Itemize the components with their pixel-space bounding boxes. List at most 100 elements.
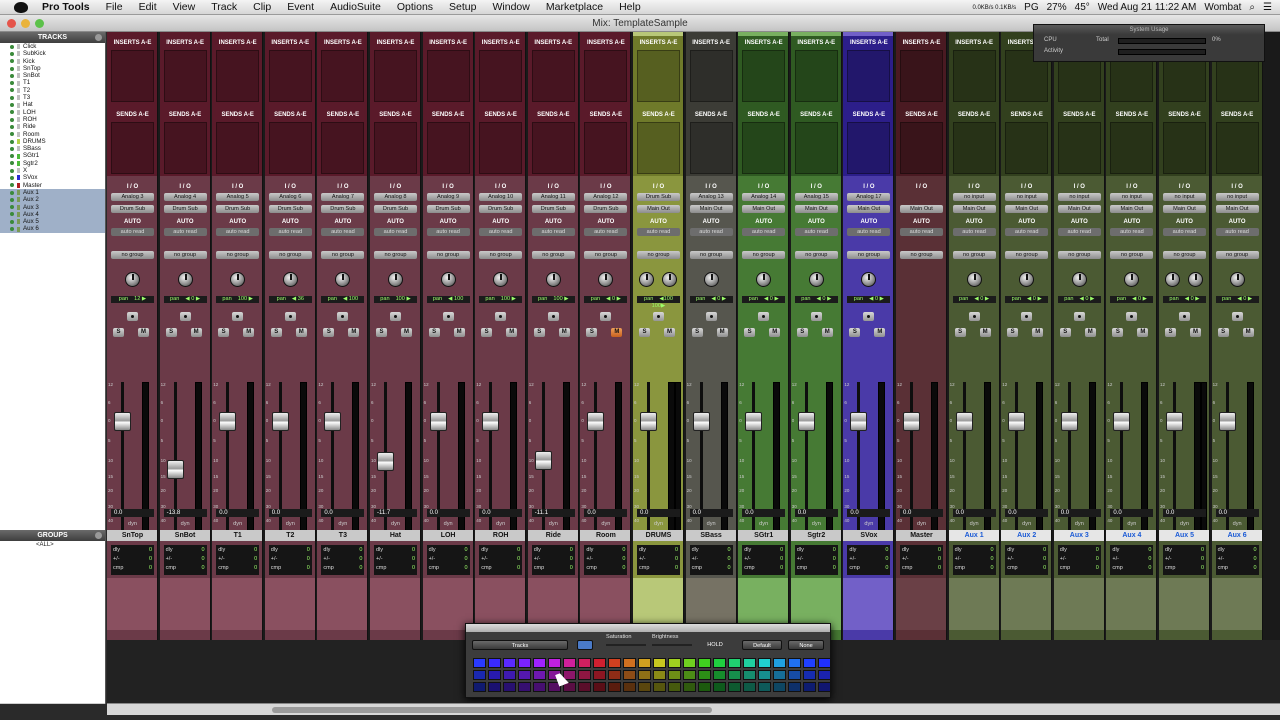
comments-field[interactable]: [1211, 578, 1262, 630]
volume-fader[interactable]: [534, 450, 552, 470]
input-selector[interactable]: Analog 12: [584, 193, 628, 201]
color-swatch[interactable]: [773, 670, 786, 680]
send-slots[interactable]: [374, 122, 417, 174]
record-enable-button[interactable]: [232, 312, 244, 321]
comments-field[interactable]: [1106, 578, 1157, 630]
automation-mode-selector[interactable]: auto read: [900, 228, 943, 236]
pan-knob[interactable]: [335, 272, 351, 287]
input-selector[interactable]: no input: [1057, 193, 1101, 201]
insert-slots[interactable]: [637, 50, 680, 102]
mute-button[interactable]: M: [1084, 328, 1096, 337]
menu-event[interactable]: Event: [279, 1, 322, 13]
group-selector[interactable]: no group: [689, 251, 733, 259]
record-enable-button[interactable]: [1231, 312, 1243, 321]
send-slots[interactable]: [1057, 122, 1101, 174]
track-list-item[interactable]: SubKick: [0, 50, 105, 57]
send-slots[interactable]: [900, 122, 943, 174]
color-swatch[interactable]: [803, 658, 816, 668]
insert-slots[interactable]: [426, 50, 470, 102]
output-selector[interactable]: Main Out: [847, 205, 891, 213]
pan-knob[interactable]: [177, 272, 193, 287]
automation-mode-selector[interactable]: auto read: [1057, 228, 1101, 236]
color-swatch[interactable]: [788, 658, 801, 668]
track-show-dot[interactable]: [10, 73, 14, 78]
color-swatch[interactable]: [698, 682, 711, 692]
insert-slots[interactable]: [163, 50, 207, 102]
color-swatch[interactable]: [758, 658, 771, 668]
mute-button[interactable]: M: [1190, 328, 1201, 337]
color-swatch[interactable]: [653, 658, 666, 668]
pan-knob[interactable]: [756, 272, 772, 287]
automation-mode-selector[interactable]: auto read: [952, 228, 996, 236]
color-swatch[interactable]: [578, 670, 591, 680]
track-show-dot[interactable]: [10, 81, 14, 86]
volume-fader[interactable]: [903, 411, 920, 431]
group-selector[interactable]: no group: [268, 251, 312, 259]
input-selector[interactable]: Analog 7: [321, 193, 365, 201]
comments-field[interactable]: [1053, 578, 1104, 630]
group-selector[interactable]: no group: [1057, 251, 1101, 259]
comments-field[interactable]: [370, 578, 420, 630]
solo-button[interactable]: S: [113, 328, 124, 337]
group-selector[interactable]: no group: [426, 251, 470, 259]
track-name-button[interactable]: DRUMS: [633, 530, 683, 541]
tracks-menu-button[interactable]: [95, 34, 102, 41]
track-list-item[interactable]: Aux 1: [0, 188, 105, 197]
track-name-button[interactable]: Sgtr2: [790, 530, 841, 541]
track-name-button[interactable]: SVox: [843, 530, 894, 541]
send-slots[interactable]: [742, 122, 786, 174]
dyn-button[interactable]: dyn: [742, 520, 785, 529]
track-name-button[interactable]: SGtr1: [738, 530, 789, 541]
track-list-item[interactable]: Hat: [0, 101, 105, 108]
minimize-button[interactable]: [21, 19, 30, 28]
dyn-button[interactable]: dyn: [532, 520, 575, 529]
color-swatch[interactable]: [593, 658, 606, 668]
track-list-item[interactable]: Ride: [0, 123, 105, 130]
solo-button[interactable]: S: [1007, 328, 1019, 337]
mute-button[interactable]: M: [348, 328, 360, 337]
pan-knob[interactable]: [1124, 272, 1140, 287]
volume-fader[interactable]: [640, 411, 657, 431]
insert-slots[interactable]: [952, 50, 996, 102]
track-show-dot[interactable]: [10, 219, 14, 224]
color-swatch[interactable]: [773, 682, 786, 692]
color-swatch[interactable]: [743, 670, 756, 680]
automation-mode-selector[interactable]: auto read: [1110, 228, 1154, 236]
group-selector[interactable]: no group: [163, 251, 207, 259]
track-show-dot[interactable]: [10, 154, 14, 159]
output-selector[interactable]: Drum Sub: [268, 205, 312, 213]
track-name-button[interactable]: ROH: [475, 530, 526, 541]
volume-fader[interactable]: [745, 411, 763, 431]
color-swatch[interactable]: [503, 658, 516, 668]
group-selector[interactable]: no group: [1215, 251, 1259, 259]
input-selector[interactable]: Analog 8: [374, 193, 417, 201]
automation-mode-selector[interactable]: auto read: [847, 228, 891, 236]
color-swatch[interactable]: [683, 670, 696, 680]
send-slots[interactable]: [637, 122, 680, 174]
color-swatch[interactable]: [473, 670, 486, 680]
automation-mode-selector[interactable]: auto read: [111, 228, 154, 236]
solo-button[interactable]: S: [323, 328, 335, 337]
output-selector[interactable]: Main Out: [952, 205, 996, 213]
apply-to-channel-strip-button[interactable]: [577, 640, 593, 650]
track-show-dot[interactable]: [10, 139, 14, 144]
track-list-item[interactable]: Room: [0, 131, 105, 138]
automation-mode-selector[interactable]: auto read: [531, 228, 575, 236]
volume-fader[interactable]: [1060, 411, 1078, 431]
output-selector[interactable]: Main Out: [1005, 205, 1049, 213]
volume-fader[interactable]: [587, 411, 605, 431]
track-name-button[interactable]: Master: [896, 530, 946, 541]
color-swatch[interactable]: [803, 670, 816, 680]
track-list-item[interactable]: Master: [0, 182, 105, 189]
solo-button[interactable]: S: [428, 328, 440, 337]
solo-button[interactable]: S: [218, 328, 230, 337]
track-list-item[interactable]: Click: [0, 43, 105, 50]
track-list-item[interactable]: ROH: [0, 116, 105, 123]
volume-fader[interactable]: [219, 411, 237, 431]
send-slots[interactable]: [794, 122, 838, 174]
output-selector[interactable]: Drum Sub: [426, 205, 470, 213]
track-show-dot[interactable]: [10, 168, 14, 173]
color-swatch[interactable]: [563, 658, 576, 668]
automation-mode-selector[interactable]: auto read: [1005, 228, 1049, 236]
volume-fader[interactable]: [1008, 411, 1026, 431]
